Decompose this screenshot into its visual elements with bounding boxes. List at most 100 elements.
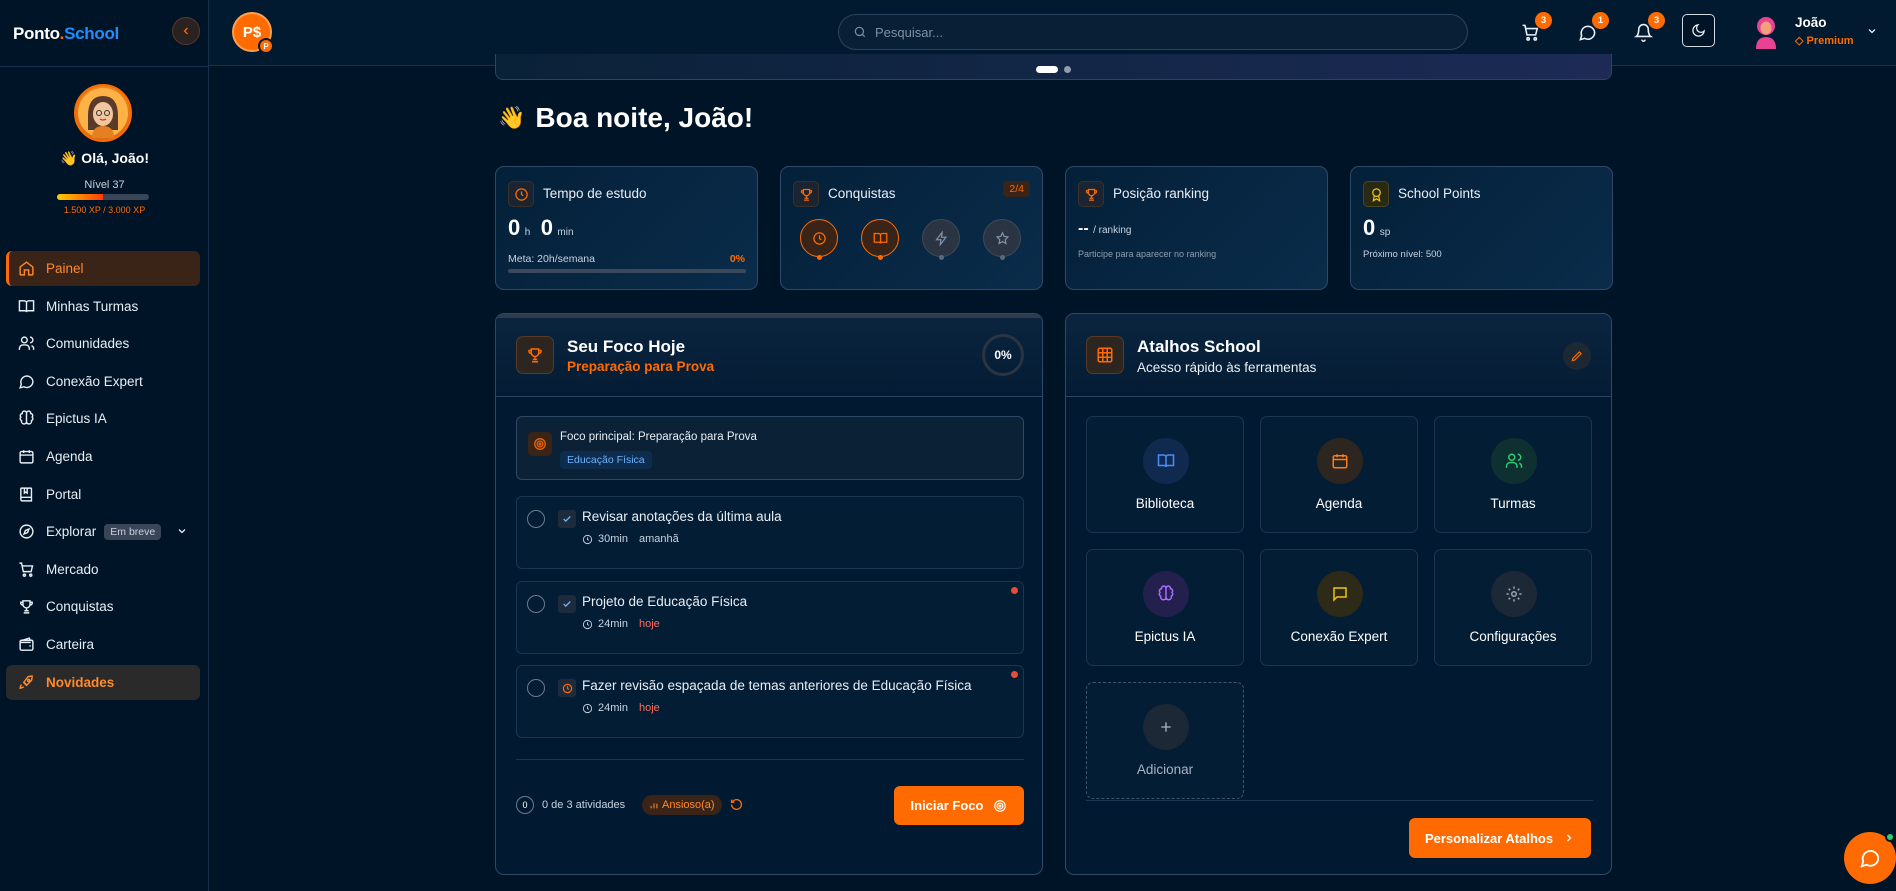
chevron-down-icon[interactable] <box>176 525 188 537</box>
focus-main-box: Foco principal: Preparação para Prova Ed… <box>516 416 1024 480</box>
edit-shortcuts-button[interactable] <box>1563 342 1591 370</box>
sidebar-item-comunidades[interactable]: Comunidades <box>6 326 200 361</box>
messages-button[interactable]: 1 <box>1576 12 1609 43</box>
clock-icon <box>582 534 593 544</box>
focus-title: Seu Foco Hoje <box>567 337 686 356</box>
sidebar-divider <box>0 66 209 67</box>
clock-icon <box>582 703 593 713</box>
task-title: Fazer revisão espaçada de temas anterior… <box>582 678 972 693</box>
task-meta: 24min hoje <box>582 702 660 714</box>
study-goal-percent: 0% <box>729 253 745 265</box>
achievement-book[interactable] <box>861 219 899 260</box>
sidebar-item-agenda[interactable]: Agenda <box>6 439 200 474</box>
add-shortcut-label: Adicionar <box>1136 762 1194 777</box>
ranking-card[interactable]: Posição ranking -- / ranking Participe p… <box>1065 166 1328 290</box>
user-avatar[interactable] <box>1752 14 1780 50</box>
book-bookmark-icon <box>17 485 35 503</box>
shortcut-epictus-ia[interactable]: Epictus IA <box>1086 549 1244 666</box>
shortcut-biblioteca[interactable]: Biblioteca <box>1086 416 1244 533</box>
school-points-card[interactable]: School Points 0 sp Próximo nível: 500 <box>1350 166 1613 290</box>
sidebar-item-label: Minhas Turmas <box>46 298 139 314</box>
mood-badge[interactable]: Ansioso(a) <box>642 795 722 815</box>
mood-label: Ansioso(a) <box>662 799 715 811</box>
sidebar-item-epictus-ia[interactable]: Epictus IA <box>6 401 200 436</box>
sidebar-item-carteira[interactable]: Carteira <box>6 627 200 662</box>
wave-emoji: 👋 <box>498 105 526 130</box>
cart-button[interactable]: 3 <box>1519 12 1552 43</box>
task-item[interactable]: Projeto de Educação Física 24min hoje <box>516 581 1024 654</box>
sidebar-item-conexao-expert[interactable]: Conexão Expert <box>6 364 200 399</box>
user-level: Nível 37 <box>84 179 125 191</box>
sidebar-item-label: Carteira <box>46 636 95 652</box>
task-item[interactable]: Fazer revisão espaçada de temas anterior… <box>516 665 1024 738</box>
sidebar-item-label: Comunidades <box>46 336 130 352</box>
study-time-value: 0 h 0 min <box>508 215 574 240</box>
task-checkbox[interactable] <box>527 510 545 528</box>
shortcut-label: Biblioteca <box>1135 496 1195 511</box>
search-input[interactable] <box>875 24 1435 40</box>
focus-footer: 0 0 de 3 atividades Ansioso(a) Iniciar F… <box>516 784 1024 825</box>
message-circle-icon <box>17 372 35 390</box>
shortcut-configuracoes[interactable]: Configurações <box>1434 549 1592 666</box>
shortcut-label: Configurações <box>1469 629 1557 644</box>
ranking-note: Participe para aparecer no ranking <box>1078 249 1217 259</box>
sidebar-item-portal[interactable]: Portal <box>6 477 200 512</box>
add-shortcut-tile[interactable]: Adicionar <box>1086 682 1244 799</box>
sidebar-item-label: Explorar <box>46 524 97 540</box>
pencil-icon <box>1571 351 1582 362</box>
collapse-sidebar-button[interactable] <box>172 17 200 45</box>
shortcut-label: Agenda <box>1315 496 1363 511</box>
task-checkbox[interactable] <box>527 595 545 613</box>
achievement-clock[interactable] <box>800 219 838 260</box>
book-open-icon <box>1143 438 1189 484</box>
xp-progress-fill <box>57 194 103 200</box>
search-bar[interactable] <box>838 14 1468 50</box>
user-name[interactable]: João <box>1795 15 1827 30</box>
sidebar-item-novidades[interactable]: Novidades <box>6 664 200 700</box>
card-title: School Points <box>1398 186 1481 201</box>
study-time-card[interactable]: Tempo de estudo 0 h 0 min Meta: 20h/sema… <box>495 166 758 290</box>
customize-shortcuts-button[interactable]: Personalizar Atalhos <box>1409 818 1591 858</box>
shortcut-agenda[interactable]: Agenda <box>1260 416 1418 533</box>
theme-toggle-button[interactable] <box>1682 14 1715 47</box>
priority-dot <box>1011 587 1018 594</box>
brand-logo[interactable]: Ponto.School <box>13 24 119 44</box>
points-next-level: Próximo nível: 500 <box>1363 249 1442 260</box>
shortcut-conexao-expert[interactable]: Conexão Expert <box>1260 549 1418 666</box>
shortcuts-divider <box>1086 800 1593 801</box>
profile-avatar[interactable] <box>74 84 132 142</box>
priority-dot <box>1011 671 1018 678</box>
sidebar: Ponto.School 👋 Olá, João! Nível 37 1.500… <box>0 0 209 891</box>
trophy-icon <box>516 336 554 374</box>
task-duration: 30min <box>598 533 628 545</box>
sidebar-item-minhas-turmas[interactable]: Minhas Turmas <box>6 289 200 324</box>
user-plan-badge: ◇ Premium <box>1795 35 1854 47</box>
subject-tag: Educação Física <box>560 451 652 469</box>
sidebar-item-conquistas[interactable]: Conquistas <box>6 589 200 624</box>
refresh-icon[interactable] <box>730 798 743 811</box>
sidebar-item-painel[interactable]: Painel <box>6 251 200 286</box>
sidebar-item-label: Portal <box>46 486 82 502</box>
chevron-left-icon <box>183 27 188 35</box>
plus-icon <box>1143 704 1189 750</box>
achievement-star[interactable] <box>983 219 1021 260</box>
task-item[interactable]: Revisar anotações da última aula 30min a… <box>516 496 1024 569</box>
start-focus-button[interactable]: Iniciar Foco <box>894 786 1024 825</box>
notifications-button[interactable]: 3 <box>1632 12 1665 43</box>
sidebar-item-explorar[interactable]: Explorar Em breve <box>6 514 200 549</box>
task-title: Revisar anotações da última aula <box>582 509 782 524</box>
shortcut-turmas[interactable]: Turmas <box>1434 416 1592 533</box>
sidebar-item-mercado[interactable]: Mercado <box>6 552 200 587</box>
achievement-bolt[interactable] <box>922 219 960 260</box>
task-checkbox[interactable] <box>527 679 545 697</box>
carousel-dot[interactable] <box>1064 66 1071 73</box>
shortcuts-title: Atalhos School <box>1137 337 1261 356</box>
carousel-dot-active[interactable] <box>1036 66 1058 73</box>
target-icon <box>994 799 1007 812</box>
chevron-down-icon[interactable] <box>1866 25 1878 37</box>
grid-icon <box>1086 336 1124 374</box>
task-meta: 24min hoje <box>582 618 660 630</box>
online-indicator <box>1885 832 1895 842</box>
study-goal: Meta: 20h/semana <box>508 253 595 265</box>
achievements-card[interactable]: Conquistas 2/4 <box>780 166 1043 290</box>
